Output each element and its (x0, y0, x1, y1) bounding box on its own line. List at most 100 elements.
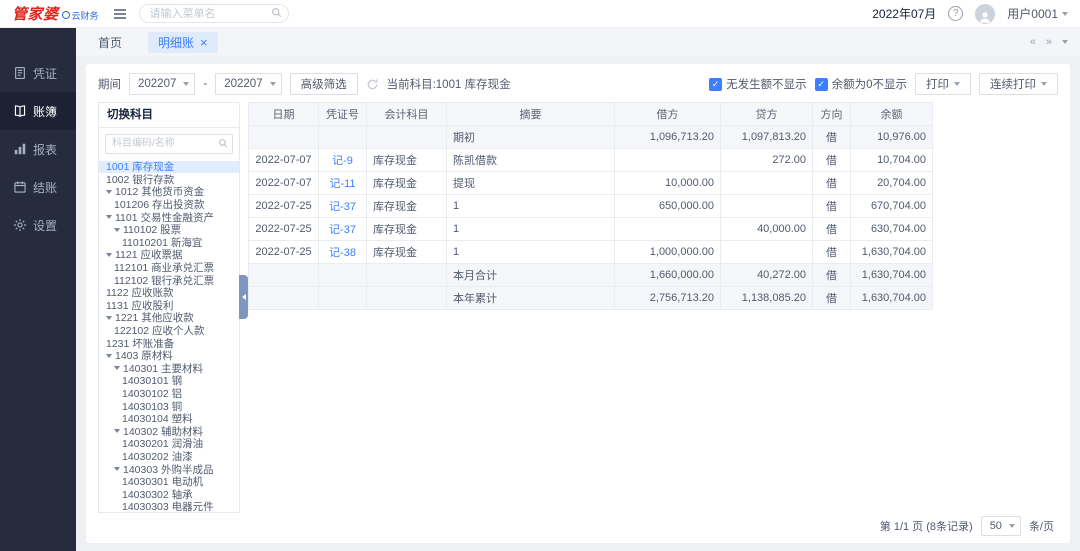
page-size-value: 50 (990, 520, 1002, 532)
cell-summary: 本年累计 (447, 287, 615, 310)
cell-voucher: 记-38 (319, 241, 367, 264)
cell-direction: 借 (813, 264, 851, 287)
sidebar-item-label: 凭证 (33, 65, 57, 82)
menu-toggle-icon[interactable] (113, 8, 127, 20)
cell-debit: 650,000.00 (615, 195, 721, 218)
voucher-link[interactable]: 记-11 (329, 178, 355, 190)
table-row: 期初1,096,713.201,097,813.20借10,976.00 (249, 126, 933, 149)
sidebar-item-label: 报表 (33, 141, 57, 158)
chevron-down-icon[interactable] (106, 190, 112, 194)
sidebar-item-结账[interactable]: 结账 (0, 168, 76, 206)
user-name: 用户0001 (1007, 5, 1058, 22)
chevron-down-icon[interactable] (106, 316, 112, 320)
cell-credit: 40,272.00 (721, 264, 813, 287)
column-header: 贷方 (721, 103, 813, 126)
chevron-left-icon (242, 294, 246, 300)
filter-bar: 期间 202207 - 202207 高级筛选 (98, 66, 1058, 102)
tab-menu-icon[interactable] (1062, 40, 1068, 44)
close-icon[interactable]: × (200, 36, 208, 49)
cell-credit: 40,000.00 (721, 218, 813, 241)
tab-明细账[interactable]: 明细账× (148, 32, 218, 53)
cell-balance: 10,704.00 (851, 149, 933, 172)
sidebar-item-报表[interactable]: 报表 (0, 130, 76, 168)
sidebar-item-设置[interactable]: 设置 (0, 206, 76, 244)
cell-voucher (319, 264, 367, 287)
table-row: 2022-07-25记-37库存现金140,000.00借630,704.00 (249, 218, 933, 241)
cell-balance: 1,630,704.00 (851, 287, 933, 310)
cell-voucher: 记-37 (319, 218, 367, 241)
chevron-down-icon[interactable] (114, 228, 120, 232)
cell-debit (615, 218, 721, 241)
cell-debit: 1,096,713.20 (615, 126, 721, 149)
cell-summary: 本月合计 (447, 264, 615, 287)
cell-summary: 提现 (447, 172, 615, 195)
cell-direction: 借 (813, 241, 851, 264)
cell-subject (367, 287, 447, 310)
column-header: 借方 (615, 103, 721, 126)
scroll-right-icon[interactable]: » (1046, 36, 1052, 48)
account-tree-panel: 切换科目 1001 库存现金1002 银行存款1012 其他货币资金101206… (98, 102, 240, 513)
ledger-body: 切换科目 1001 库存现金1002 银行存款1012 其他货币资金101206… (98, 102, 1058, 513)
page-size-select[interactable]: 50 (981, 516, 1021, 536)
topbar-right: 2022年07月 ? 用户0001 (872, 4, 1068, 24)
tab-list: 首页 明细账× (88, 32, 218, 53)
hide-zero-balance-checkbox[interactable]: ✓ 余额为0不显示 (815, 76, 907, 92)
cell-balance: 670,704.00 (851, 195, 933, 218)
cell-credit: 1,138,085.20 (721, 287, 813, 310)
chevron-down-icon[interactable] (106, 215, 112, 219)
period-to-select[interactable]: 202207 (215, 73, 281, 95)
cell-direction: 借 (813, 287, 851, 310)
menu-search-input[interactable] (139, 4, 289, 23)
chevron-down-icon[interactable] (114, 467, 120, 471)
scroll-left-icon[interactable]: « (1030, 36, 1036, 48)
sidebar-item-凭证[interactable]: 凭证 (0, 54, 76, 92)
period-from-select[interactable]: 202207 (129, 73, 195, 95)
voucher-link[interactable]: 记-37 (329, 224, 356, 236)
sidebar-item-账簿[interactable]: 账簿 (0, 92, 76, 130)
chevron-down-icon[interactable] (106, 253, 112, 257)
tab-label: 首页 (98, 34, 122, 51)
voucher-link[interactable]: 记-38 (329, 247, 356, 259)
tree-item[interactable]: 14030303 电器元件 (99, 501, 239, 512)
refresh-icon[interactable] (366, 78, 379, 91)
help-icon[interactable]: ? (948, 6, 963, 21)
app-window: 管家婆 云财务 2022年07月 ? 用户0001 (0, 0, 1080, 551)
cell-summary: 1 (447, 241, 615, 264)
cell-direction: 借 (813, 218, 851, 241)
column-header: 摘要 (447, 103, 615, 126)
cell-subject (367, 126, 447, 149)
avatar[interactable] (975, 4, 995, 24)
chevron-down-icon[interactable] (114, 366, 120, 370)
report-icon (13, 142, 27, 156)
cell-subject: 库存现金 (367, 172, 447, 195)
period-label: 期间 (98, 76, 121, 92)
user-menu[interactable]: 用户0001 (1007, 5, 1068, 22)
print-continuous-button[interactable]: 连续打印 (979, 73, 1058, 95)
voucher-link[interactable]: 记-37 (329, 201, 356, 213)
cell-date: 2022-07-07 (249, 149, 319, 172)
chevron-down-icon[interactable] (106, 354, 112, 358)
column-header: 凭证号 (319, 103, 367, 126)
current-subject-label: 当前科目:1001 库存现金 (387, 76, 511, 92)
hide-no-activity-checkbox[interactable]: ✓ 无发生额不显示 (709, 76, 807, 92)
print-button[interactable]: 打印 (915, 73, 971, 95)
account-search-input[interactable] (105, 134, 233, 154)
print-continuous-label: 连续打印 (990, 76, 1036, 92)
hide-zero-balance-label: 余额为0不显示 (832, 76, 907, 92)
cell-subject (367, 264, 447, 287)
chevron-down-icon (183, 82, 189, 86)
voucher-link[interactable]: 记-9 (332, 155, 353, 167)
tree-collapse-handle[interactable] (239, 275, 248, 319)
table-row: 2022-07-25记-37库存现金1650,000.00借670,704.00 (249, 195, 933, 218)
content-area: 期间 202207 - 202207 高级筛选 (76, 56, 1080, 551)
table-row: 2022-07-07记-11库存现金提现10,000.00借20,704.00 (249, 172, 933, 195)
cell-credit (721, 241, 813, 264)
current-period[interactable]: 2022年07月 (872, 5, 936, 22)
chevron-down-icon[interactable] (114, 429, 120, 433)
tree-title: 切换科目 (99, 103, 239, 128)
tab-首页[interactable]: 首页 (88, 32, 132, 53)
advanced-filter-button[interactable]: 高级筛选 (290, 73, 358, 95)
cell-voucher: 记-9 (319, 149, 367, 172)
brand-sub-label: 云财务 (72, 9, 99, 22)
cell-balance: 10,976.00 (851, 126, 933, 149)
